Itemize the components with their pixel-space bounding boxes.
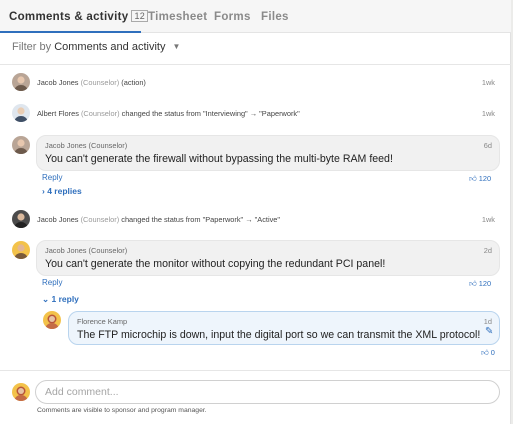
avatar xyxy=(12,210,30,228)
thumbs-up-icon: 👍︎ xyxy=(469,279,477,288)
replies-count: 1 reply xyxy=(51,294,79,304)
avatar xyxy=(12,241,30,259)
like-count: 0 xyxy=(490,348,495,357)
reply-text: The FTP microchip is down, input the dig… xyxy=(77,329,481,341)
filter-dropdown[interactable]: Filter by Comments and activity ▼ xyxy=(12,41,180,53)
comment-author: Jacob Jones (Counselor) xyxy=(45,246,128,255)
collapse-replies-button[interactable]: ⌄ 1 reply xyxy=(42,294,79,305)
composer-hint: Comments are visible to sponsor and prog… xyxy=(37,407,207,414)
avatar xyxy=(12,104,30,122)
like-count: 120 xyxy=(478,174,492,183)
comment-author: Jacob Jones (Counselor) xyxy=(45,141,128,150)
comment-count-badge: 12 xyxy=(131,10,149,22)
activity-role: (Counselor) xyxy=(80,215,120,224)
thumbs-up-icon: 👍︎ xyxy=(469,174,477,183)
activity-text: changed the status from "Interviewing" →… xyxy=(121,109,300,118)
activity-author: Jacob Jones xyxy=(37,215,79,224)
tab-timesheet[interactable]: Timesheet xyxy=(148,11,207,23)
comment-time: 2d xyxy=(483,246,492,255)
activity-panel: Comments & activity 12 Timesheet Forms Fi… xyxy=(0,0,511,424)
activity-time: 1wk xyxy=(481,78,495,87)
expand-replies-button[interactable]: › 4 replies xyxy=(42,186,82,196)
replies-count: 4 replies xyxy=(47,186,82,196)
tab-comments-activity[interactable]: Comments & activity 12 xyxy=(9,10,149,23)
reply-button[interactable]: Reply xyxy=(42,173,62,182)
comment-time: 6d xyxy=(483,141,492,150)
chevron-down-icon: ⌄ xyxy=(42,294,50,304)
activity-time: 1wk xyxy=(481,215,495,224)
avatar xyxy=(12,136,30,154)
like-button[interactable]: 👍︎ 120 xyxy=(469,174,491,183)
tab-forms[interactable]: Forms xyxy=(214,11,251,23)
divider xyxy=(0,64,511,65)
chevron-down-icon: ▼ xyxy=(172,42,181,51)
activity-text: changed the status from "Paperwork" → "A… xyxy=(121,215,281,224)
tab-bar: Comments & activity 12 Timesheet Forms Fi… xyxy=(0,0,511,33)
active-tab-indicator xyxy=(0,31,141,33)
avatar xyxy=(43,311,61,329)
reply-bubble: Florence Kamp 1d The FTP microchip is do… xyxy=(68,311,500,345)
comment-bubble: Jacob Jones (Counselor) 6d You can't gen… xyxy=(36,135,500,171)
activity-item: Jacob Jones (Counselor) changed the stat… xyxy=(37,215,280,224)
filter-prefix: Filter by xyxy=(12,41,52,53)
filter-value: Comments and activity xyxy=(54,41,166,53)
divider xyxy=(0,370,511,371)
activity-time: 1wk xyxy=(481,109,495,118)
activity-text: (action) xyxy=(121,78,146,87)
activity-author: Albert Flores xyxy=(37,109,79,118)
reply-time: 1d xyxy=(483,317,492,326)
activity-role: (Counselor) xyxy=(80,78,120,87)
edit-icon[interactable]: ✎ xyxy=(485,326,493,337)
comment-text: You can't generate the monitor without c… xyxy=(45,258,386,270)
activity-role: (Counselor) xyxy=(80,109,120,118)
activity-author: Jacob Jones xyxy=(37,78,79,87)
avatar xyxy=(12,73,30,91)
comment-text: You can't generate the firewall without … xyxy=(45,153,393,165)
tab-files[interactable]: Files xyxy=(261,11,289,23)
reply-author: Florence Kamp xyxy=(77,317,128,326)
thumbs-up-icon: 👍︎ xyxy=(481,348,489,357)
like-count: 120 xyxy=(478,279,492,288)
comment-input[interactable] xyxy=(36,381,499,403)
comment-input-wrapper xyxy=(35,380,500,404)
comment-bubble: Jacob Jones (Counselor) 2d You can't gen… xyxy=(36,240,500,276)
tab-comments-label: Comments & activity xyxy=(9,11,129,23)
activity-item: Jacob Jones (Counselor) (action) xyxy=(37,78,146,87)
activity-item: Albert Flores (Counselor) changed the st… xyxy=(37,109,300,118)
like-button[interactable]: 👍︎ 0 xyxy=(481,348,495,357)
like-button[interactable]: 👍︎ 120 xyxy=(469,279,491,288)
reply-button[interactable]: Reply xyxy=(42,278,62,287)
chevron-right-icon: › xyxy=(42,186,45,196)
avatar xyxy=(12,383,30,401)
